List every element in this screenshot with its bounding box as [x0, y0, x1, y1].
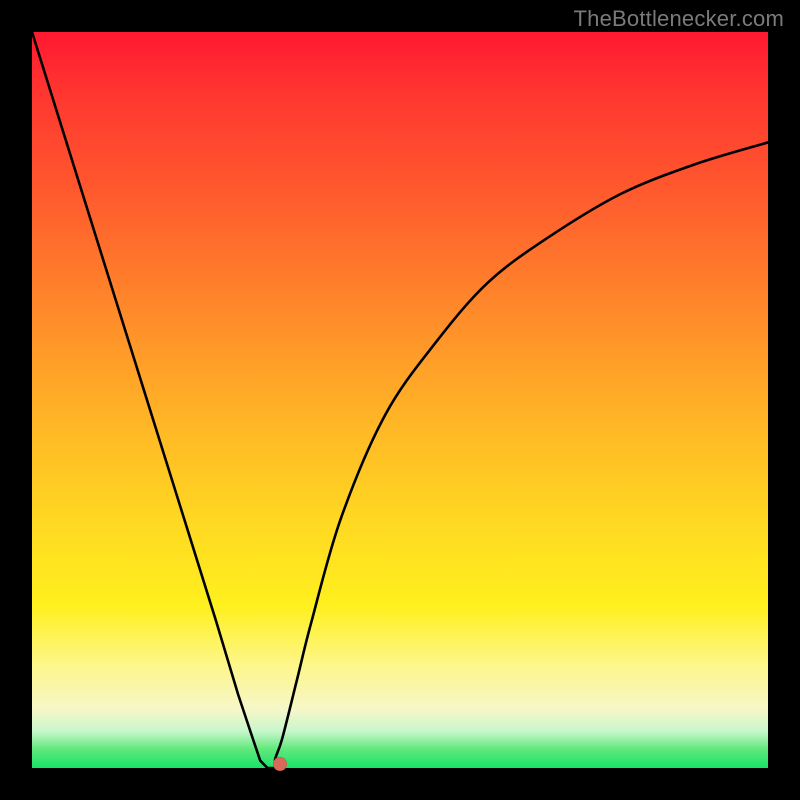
optimal-point-marker — [273, 757, 287, 771]
plot-area — [32, 32, 768, 768]
chart-frame: TheBottlenecker.com — [0, 0, 800, 800]
watermark-text: TheBottlenecker.com — [574, 6, 784, 32]
bottleneck-curve — [32, 32, 768, 768]
